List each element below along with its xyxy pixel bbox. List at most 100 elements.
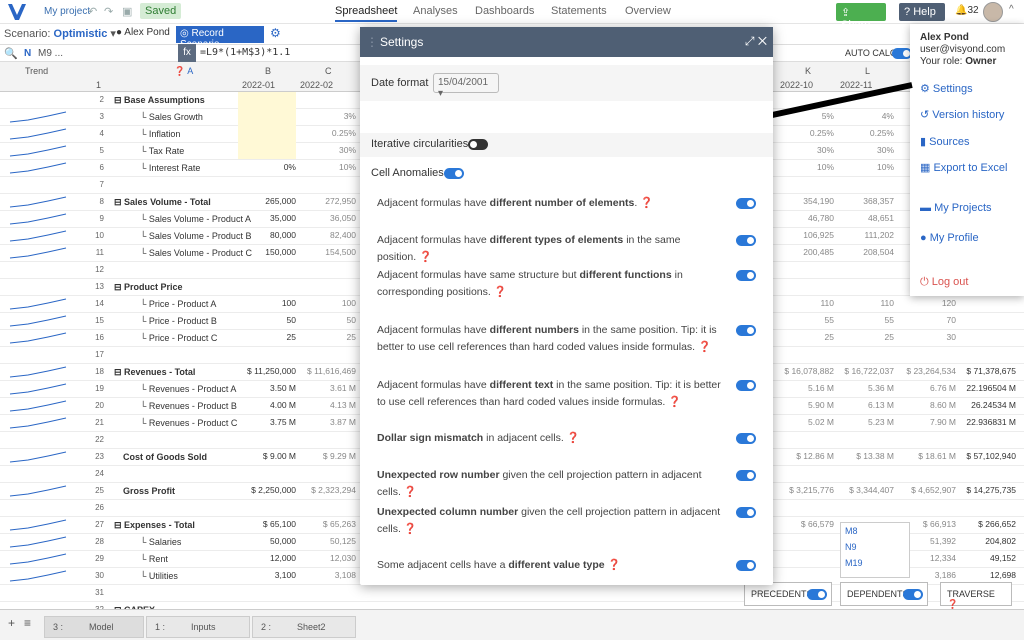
menu-settings[interactable]: ⚙ Settings: [920, 82, 973, 95]
formula-input[interactable]: =L9*(1+M$3)*1.1: [200, 47, 290, 58]
row-label[interactable]: └ Price - Product C: [140, 333, 217, 343]
help-circle-icon[interactable]: ❓: [419, 251, 432, 263]
close-icon[interactable]: ⤢ ✕: [745, 34, 767, 49]
nav-overview[interactable]: Overview: [625, 5, 671, 17]
cell-l[interactable]: 30%: [836, 145, 894, 155]
cell-b[interactable]: 3,100: [238, 570, 296, 580]
row-number[interactable]: 28: [74, 537, 104, 546]
cell-c[interactable]: 25: [298, 332, 356, 342]
row-number[interactable]: 7: [74, 180, 104, 189]
cell-n[interactable]: 204,802: [958, 536, 1016, 546]
cell-l[interactable]: 6.13 M: [836, 400, 894, 410]
row-number[interactable]: 21: [74, 418, 104, 427]
anomaly-toggle[interactable]: [736, 380, 756, 391]
cell-c[interactable]: $ 11,616,469: [298, 366, 356, 376]
row-number[interactable]: 13: [74, 282, 104, 291]
help-circle-icon[interactable]: ❓: [494, 286, 507, 298]
cell-c[interactable]: 4.13 M: [298, 400, 356, 410]
cell-l[interactable]: 208,504: [836, 247, 894, 257]
cell-c[interactable]: 3%: [298, 111, 356, 121]
column-c[interactable]: C: [325, 66, 332, 76]
cell-b[interactable]: 100: [238, 298, 296, 308]
dependents-toggle[interactable]: [903, 589, 923, 600]
help-circle-icon[interactable]: ❓: [608, 559, 621, 571]
cell-c[interactable]: 0.25%: [298, 128, 356, 138]
menu-export-excel[interactable]: ▦ Export to Excel: [920, 161, 1007, 174]
cell-c[interactable]: 154,500: [298, 247, 356, 257]
anomaly-toggle[interactable]: [736, 507, 756, 518]
add-sheet-icon[interactable]: +: [8, 616, 15, 630]
menu-my-profile[interactable]: ● My Profile: [920, 232, 979, 244]
cell-c[interactable]: 36,050: [298, 213, 356, 223]
anomaly-toggle[interactable]: [736, 270, 756, 281]
cell-l[interactable]: 111,202: [836, 230, 894, 240]
cell-n[interactable]: 22.196504 M: [958, 383, 1016, 393]
record-scenario-button[interactable]: ◎ Record Scenario: [176, 26, 264, 50]
row-number[interactable]: 3: [74, 112, 104, 121]
cell-b[interactable]: 50,000: [238, 536, 296, 546]
row-label[interactable]: └ Sales Volume - Product B: [140, 231, 251, 241]
cell-l[interactable]: 5.23 M: [836, 417, 894, 427]
user-avatar[interactable]: [983, 2, 1003, 22]
anomaly-toggle[interactable]: [736, 235, 756, 246]
cell-m[interactable]: 70: [898, 315, 956, 325]
cell-l[interactable]: $ 16,722,037: [836, 366, 894, 376]
cell-b[interactable]: 3.75 M: [238, 417, 296, 427]
cell-n[interactable]: 12,698: [958, 570, 1016, 580]
row-label[interactable]: └ Sales Volume - Product C: [140, 248, 252, 258]
cell-l[interactable]: $ 13.38 M: [836, 451, 894, 461]
cell-l[interactable]: 110: [836, 298, 894, 308]
row-number[interactable]: 27: [74, 520, 104, 529]
cell-b[interactable]: 150,000: [238, 247, 296, 257]
cell-m[interactable]: 30: [898, 332, 956, 342]
row-label[interactable]: └ Revenues - Product C: [140, 418, 237, 428]
help-circle-icon[interactable]: ❓: [404, 523, 417, 535]
row-label[interactable]: └ Utilities: [140, 571, 178, 581]
precedents-toggle[interactable]: [807, 589, 827, 600]
row-number[interactable]: 26: [74, 503, 104, 512]
reference-item[interactable]: N9: [841, 539, 909, 555]
cell-n[interactable]: $ 57,102,940: [958, 451, 1016, 461]
row-label[interactable]: └ Revenues - Product B: [140, 401, 237, 411]
cell-n[interactable]: $ 71,378,675: [958, 366, 1016, 376]
cell-c[interactable]: 100: [298, 298, 356, 308]
row-label[interactable]: ⊟ Expenses - Total: [114, 520, 195, 531]
row-number[interactable]: 20: [74, 401, 104, 410]
cell-c[interactable]: $ 2,323,294: [298, 485, 356, 495]
cell-c[interactable]: 12,030: [298, 553, 356, 563]
row-number[interactable]: 12: [74, 265, 104, 274]
row-label[interactable]: └ Rent: [140, 554, 168, 564]
cell-reference[interactable]: M9 ...: [38, 48, 63, 59]
cell-k[interactable]: 354,190: [776, 196, 834, 206]
cell-b[interactable]: 50: [238, 315, 296, 325]
cell-m[interactable]: 6.76 M: [898, 383, 956, 393]
cell-b[interactable]: 25: [238, 332, 296, 342]
cell-b[interactable]: 0%: [238, 162, 296, 172]
cell-n[interactable]: 49,152: [958, 553, 1016, 563]
cell-n[interactable]: 26.24534 M: [958, 400, 1016, 410]
cell-b[interactable]: $ 2,250,000: [238, 485, 296, 495]
cell-c[interactable]: 3.61 M: [298, 383, 356, 393]
row-number[interactable]: 6: [74, 163, 104, 172]
anomaly-toggle[interactable]: [736, 470, 756, 481]
cell-b[interactable]: 35,000: [238, 213, 296, 223]
row-label[interactable]: └ Tax Rate: [140, 146, 184, 156]
row-number[interactable]: 4: [74, 129, 104, 138]
cell-m[interactable]: 8.60 M: [898, 400, 956, 410]
cell-m[interactable]: $ 4,652,907: [898, 485, 956, 495]
row-number[interactable]: 17: [74, 350, 104, 359]
menu-sources[interactable]: ▮ Sources: [920, 135, 969, 148]
cell-k[interactable]: 110: [776, 298, 834, 308]
cell-l[interactable]: 368,357: [836, 196, 894, 206]
visyond-logo-icon[interactable]: [6, 2, 28, 22]
help-circle-icon[interactable]: ❓: [698, 341, 711, 353]
row-label[interactable]: └ Sales Volume - Product A: [140, 214, 251, 224]
scenario-selector[interactable]: Scenario: Optimistic ▾: [4, 27, 116, 40]
cell-b[interactable]: 12,000: [238, 553, 296, 563]
share-button[interactable]: ⇪ Share: [836, 3, 886, 31]
row-label[interactable]: ⊟ Revenues - Total: [114, 367, 195, 378]
drag-handle-icon[interactable]: ⋮: [366, 35, 378, 49]
help-circle-icon[interactable]: ❓: [668, 396, 681, 408]
cell-c[interactable]: 82,400: [298, 230, 356, 240]
notifications-button[interactable]: 🔔32: [955, 5, 979, 16]
